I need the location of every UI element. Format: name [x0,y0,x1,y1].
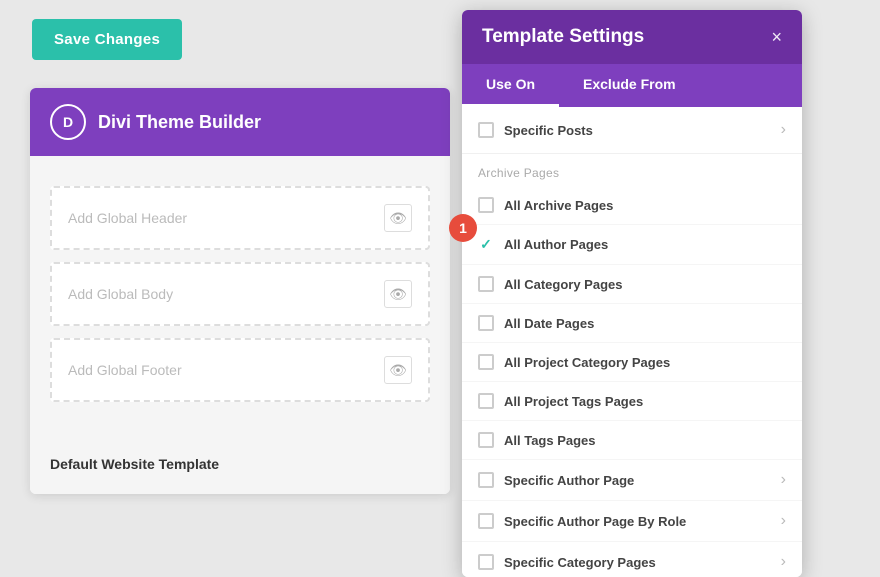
specific-author-page-by-role-chevron: › [781,512,786,530]
modal-content: Specific Posts › Archive Pages All Archi… [462,107,802,577]
archive-pages-section-header: Archive Pages [462,154,802,186]
all-tags-pages-checkbox[interactable] [478,432,494,448]
all-project-tags-pages-checkbox[interactable] [478,393,494,409]
list-item[interactable]: Specific Author Page By Role › [462,501,802,542]
all-project-tags-pages-label: All Project Tags Pages [504,394,643,409]
list-item[interactable]: All Project Tags Pages [462,382,802,421]
list-item[interactable]: All Date Pages [462,304,802,343]
global-header-row[interactable]: Add Global Header 👁 [50,186,430,250]
global-body-visibility-toggle[interactable]: 👁 [384,280,412,308]
list-item[interactable]: All Tags Pages [462,421,802,460]
tab-use-on[interactable]: Use On [462,64,559,107]
global-footer-row[interactable]: Add Global Footer 👁 [50,338,430,402]
specific-posts-checkbox[interactable] [478,122,494,138]
list-row-left: All Tags Pages [478,432,596,448]
specific-posts-row[interactable]: Specific Posts › [462,107,802,154]
save-changes-button[interactable]: Save Changes [32,19,182,60]
step-badge: 1 [449,214,477,242]
list-row-left: Specific Author Page [478,472,634,488]
list-item[interactable]: All Category Pages [462,265,802,304]
global-header-visibility-toggle[interactable]: 👁 [384,204,412,232]
specific-category-pages-checkbox[interactable] [478,554,494,570]
all-category-pages-checkbox[interactable] [478,276,494,292]
global-body-label: Add Global Body [68,286,173,302]
global-footer-label: Add Global Footer [68,362,182,378]
all-author-pages-check: ✓ [478,236,494,253]
divi-panel-header: D Divi Theme Builder [30,88,450,156]
specific-author-page-checkbox[interactable] [478,472,494,488]
template-settings-modal: Template Settings × Use On Exclude From … [462,10,802,577]
divi-panel-footer: Default Website Template [30,444,450,494]
specific-author-page-label: Specific Author Page [504,473,634,488]
global-header-label: Add Global Header [68,210,187,226]
specific-author-page-by-role-checkbox[interactable] [478,513,494,529]
all-date-pages-label: All Date Pages [504,316,594,331]
default-template-label: Default Website Template [50,456,219,472]
list-row-left: All Project Tags Pages [478,393,643,409]
all-author-pages-label: All Author Pages [504,237,608,252]
all-date-pages-checkbox[interactable] [478,315,494,331]
modal-header: Template Settings × [462,10,802,64]
list-row-left: All Category Pages [478,276,623,292]
global-body-row[interactable]: Add Global Body 👁 [50,262,430,326]
list-row-left: Specific Author Page By Role [478,513,686,529]
modal-tabs: Use On Exclude From [462,64,802,107]
all-category-pages-label: All Category Pages [504,277,623,292]
all-project-category-pages-label: All Project Category Pages [504,355,670,370]
list-row-left: ✓ All Author Pages [478,236,608,253]
divi-theme-builder-panel: D Divi Theme Builder Add Global Header 👁… [30,88,450,494]
list-row-left: All Project Category Pages [478,354,670,370]
modal-title: Template Settings [482,26,644,48]
list-item[interactable]: Specific Author Page › [462,460,802,501]
all-archive-pages-checkbox[interactable] [478,197,494,213]
divi-logo: D [50,104,86,140]
list-item[interactable]: All Archive Pages [462,186,802,225]
divi-panel-body: Add Global Header 👁 Add Global Body 👁 Ad… [30,156,450,444]
all-archive-pages-label: All Archive Pages [504,198,613,213]
specific-category-pages-label: Specific Category Pages [504,555,656,570]
modal-close-button[interactable]: × [771,28,782,46]
list-row-left: All Archive Pages [478,197,613,213]
all-tags-pages-label: All Tags Pages [504,433,596,448]
list-row-left: All Date Pages [478,315,594,331]
tab-exclude-from[interactable]: Exclude From [559,64,700,107]
specific-author-page-chevron: › [781,471,786,489]
global-footer-visibility-toggle[interactable]: 👁 [384,356,412,384]
list-item[interactable]: ✓ All Author Pages [462,225,802,265]
divi-panel-title: Divi Theme Builder [98,112,261,133]
specific-author-page-by-role-label: Specific Author Page By Role [504,514,686,529]
specific-posts-label: Specific Posts [504,123,593,138]
all-project-category-pages-checkbox[interactable] [478,354,494,370]
specific-posts-left: Specific Posts [478,122,593,138]
specific-posts-chevron: › [781,121,786,139]
list-item[interactable]: All Project Category Pages [462,343,802,382]
specific-category-pages-chevron: › [781,553,786,571]
list-row-left: Specific Category Pages [478,554,656,570]
